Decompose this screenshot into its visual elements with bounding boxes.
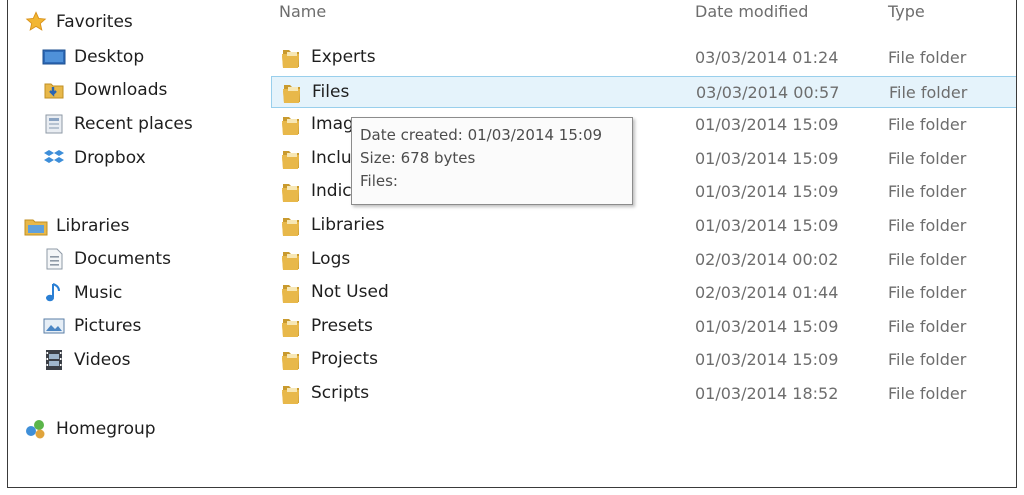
file-name: Libraries xyxy=(311,215,385,235)
file-type: File folder xyxy=(888,148,967,168)
file-type: File folder xyxy=(888,316,967,336)
folder-icon xyxy=(280,348,302,372)
music-icon xyxy=(42,281,66,305)
nav-pictures[interactable]: Pictures xyxy=(42,312,141,340)
file-date-modified: 01/03/2014 18:52 xyxy=(695,384,839,403)
file-date-modified: 03/03/2014 00:57 xyxy=(696,82,840,102)
file-name: Logs xyxy=(311,248,351,269)
star-icon xyxy=(24,10,48,34)
file-name: Indic xyxy=(311,181,352,202)
nav-downloads-label: Downloads xyxy=(74,80,168,100)
file-date-modified: 01/03/2014 15:09 xyxy=(695,216,839,235)
nav-favorites-label: Favorites xyxy=(56,12,133,32)
pictures-icon xyxy=(42,314,66,338)
tooltip-files: Files: xyxy=(360,172,398,190)
file-name: Projects xyxy=(311,349,379,370)
file-row[interactable]: Scripts 01/03/2014 18:52 File folder xyxy=(271,378,1016,410)
folder-icon xyxy=(280,214,302,238)
file-type: File folder xyxy=(888,182,967,202)
file-date-modified: 02/03/2014 00:02 xyxy=(695,249,839,269)
file-name: Imag xyxy=(311,114,354,135)
file-date-modified: 01/03/2014 15:09 xyxy=(695,182,839,202)
folder-icon xyxy=(280,180,302,204)
tooltip-date-created: Date created: 01/03/2014 15:09 xyxy=(360,126,603,144)
file-name: Inclu xyxy=(311,147,352,168)
file-date-modified: 01/03/2014 15:09 xyxy=(695,316,839,336)
documents-icon xyxy=(42,247,66,271)
nav-homegroup[interactable]: Homegroup xyxy=(24,415,156,443)
folder-icon xyxy=(280,382,302,406)
file-type: File folder xyxy=(888,249,967,269)
nav-downloads[interactable]: Downloads xyxy=(42,76,167,104)
file-row[interactable]: Experts 03/03/2014 01:24 File folder xyxy=(271,42,1016,74)
file-type: File folder xyxy=(889,82,968,102)
file-name: Experts xyxy=(311,47,376,67)
file-date-modified: 03/03/2014 01:24 xyxy=(695,48,839,67)
file-row[interactable]: Presets 01/03/2014 15:09 File folder xyxy=(271,311,1016,343)
folder-icon xyxy=(280,147,302,171)
file-date-modified: 02/03/2014 01:44 xyxy=(695,283,839,303)
folder-info-tooltip: Date created: 01/03/2014 15:09 Size: 678… xyxy=(351,117,633,205)
videos-icon xyxy=(42,348,66,372)
folder-icon xyxy=(280,248,302,272)
file-row[interactable]: Projects 01/03/2014 15:09 File folder xyxy=(271,344,1016,376)
file-date-modified: 01/03/2014 15:09 xyxy=(695,350,839,370)
folder-icon xyxy=(280,46,302,70)
nav-documents-label: Documents xyxy=(74,249,171,269)
nav-videos-label: Videos xyxy=(74,350,131,370)
nav-recent-places[interactable]: Recent places xyxy=(42,110,193,138)
file-date-modified: 01/03/2014 15:09 xyxy=(695,148,839,168)
file-type: File folder xyxy=(888,115,967,135)
nav-dropbox-label: Dropbox xyxy=(74,148,146,168)
nav-pictures-label: Pictures xyxy=(74,316,142,336)
folder-icon xyxy=(280,281,302,305)
explorer-window: Favorites Desktop Downloads Recent place… xyxy=(7,0,1017,488)
homegroup-icon xyxy=(24,417,48,441)
file-row[interactable]: Files 03/03/2014 00:57 File folder xyxy=(271,75,1016,108)
recent-places-icon xyxy=(42,112,66,136)
dropbox-icon xyxy=(42,146,66,170)
file-type: File folder xyxy=(888,283,967,303)
nav-desktop[interactable]: Desktop xyxy=(42,43,144,71)
nav-libraries-label: Libraries xyxy=(56,216,130,236)
file-list: Name Date modified Type Experts 03/03/201… xyxy=(247,0,1016,487)
column-header-date-modified[interactable]: Date modified xyxy=(695,2,808,21)
file-name: Scripts xyxy=(311,383,370,403)
file-name: Presets xyxy=(311,315,373,336)
nav-music[interactable]: Music xyxy=(42,279,122,307)
nav-dropbox[interactable]: Dropbox xyxy=(42,144,146,172)
file-type: File folder xyxy=(888,384,967,403)
column-header-name[interactable]: Name xyxy=(279,2,326,21)
file-date-modified: 01/03/2014 15:09 xyxy=(695,115,839,135)
file-type: File folder xyxy=(888,350,967,370)
libraries-icon xyxy=(24,214,48,238)
nav-recent-places-label: Recent places xyxy=(74,114,193,134)
file-type: File folder xyxy=(888,48,967,67)
file-row[interactable]: Logs 02/03/2014 00:02 File folder xyxy=(271,244,1016,276)
navigation-pane: Favorites Desktop Downloads Recent place… xyxy=(8,0,246,487)
nav-homegroup-label: Homegroup xyxy=(56,419,156,439)
folder-icon xyxy=(280,315,302,339)
nav-documents[interactable]: Documents xyxy=(42,245,171,273)
nav-desktop-label: Desktop xyxy=(74,47,145,67)
nav-favorites[interactable]: Favorites xyxy=(24,8,133,36)
nav-music-label: Music xyxy=(74,283,123,303)
tooltip-size: Size: 678 bytes xyxy=(360,149,476,167)
file-name: Not Used xyxy=(311,282,389,303)
folder-icon xyxy=(281,81,303,105)
nav-videos[interactable]: Videos xyxy=(42,346,131,374)
desktop-icon xyxy=(42,45,66,69)
file-name: Files xyxy=(312,81,350,102)
file-row[interactable]: Libraries 01/03/2014 15:09 File folder xyxy=(271,210,1016,242)
nav-libraries[interactable]: Libraries xyxy=(24,212,129,240)
folder-icon xyxy=(280,113,302,137)
file-row[interactable]: Not Used 02/03/2014 01:44 File folder xyxy=(271,277,1016,309)
file-type: File folder xyxy=(888,216,967,235)
column-header-type[interactable]: Type xyxy=(888,2,925,21)
downloads-icon xyxy=(42,78,66,102)
